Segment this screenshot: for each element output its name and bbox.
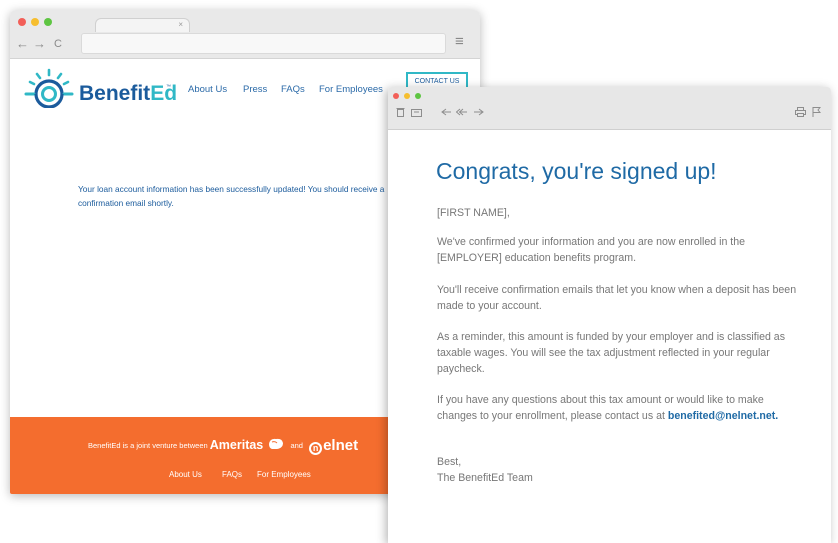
- nav-for-employees[interactable]: For Employees: [319, 84, 383, 96]
- email-close-button[interactable]: [393, 93, 399, 99]
- email-window: Congrats, you're signed up! [FIRST NAME]…: [388, 87, 831, 543]
- joint-venture-text: BenefitEd is a joint venture between: [88, 441, 208, 450]
- brand-accent: Ed: [150, 82, 178, 105]
- email-paragraph-confirmation: You'll receive confirmation emails that …: [437, 284, 797, 312]
- browser-chrome: × ← → C ≡: [10, 10, 480, 59]
- footer-link-about-us[interactable]: About Us: [169, 470, 202, 480]
- address-bar[interactable]: [81, 33, 446, 54]
- trash-icon[interactable]: [396, 107, 405, 117]
- nelnet-logo[interactable]: n elnet: [309, 437, 359, 455]
- email-maximize-button[interactable]: [415, 93, 421, 99]
- window-controls: [18, 18, 52, 26]
- success-message: Your loan account information has been s…: [78, 184, 385, 208]
- email-greeting: [FIRST NAME],: [437, 207, 510, 219]
- tab-close-icon[interactable]: ×: [178, 19, 183, 31]
- print-icon[interactable]: [795, 107, 806, 117]
- nav-about-us[interactable]: About Us: [188, 84, 227, 96]
- maximize-window-button[interactable]: [44, 18, 52, 26]
- browser-tab[interactable]: ×: [95, 18, 190, 32]
- brand-main: Benefit: [79, 82, 151, 105]
- close-window-button[interactable]: [18, 18, 26, 26]
- flag-icon[interactable]: [812, 107, 821, 117]
- archive-icon[interactable]: [411, 107, 422, 117]
- email-minimize-button[interactable]: [404, 93, 410, 99]
- email-contact-link[interactable]: benefited@nelnet.net.: [668, 410, 778, 422]
- minimize-window-button[interactable]: [31, 18, 39, 26]
- benefited-logo-icon[interactable]: [24, 68, 74, 108]
- ameritas-bison-icon: [269, 438, 284, 449]
- email-toolbar: [388, 87, 831, 130]
- footer-link-faqs[interactable]: FAQs: [222, 470, 242, 480]
- nelnet-logo-text: elnet: [323, 437, 359, 454]
- reload-icon[interactable]: C: [54, 37, 62, 51]
- joint-venture-line: BenefitEd is a joint venture between Ame…: [88, 437, 358, 455]
- email-signoff: Best,: [437, 456, 462, 468]
- nelnet-n-icon: n: [309, 442, 323, 455]
- nav-faqs[interactable]: FAQs: [281, 84, 305, 96]
- reply-all-icon[interactable]: [456, 108, 468, 116]
- email-window-controls: [393, 93, 421, 99]
- hamburger-menu-icon[interactable]: ≡: [455, 34, 464, 50]
- reply-icon[interactable]: [441, 108, 452, 116]
- forward-icon[interactable]: [473, 108, 484, 116]
- and-text: and: [290, 441, 303, 450]
- back-arrow-icon[interactable]: ←: [16, 37, 29, 51]
- footer-link-for-employees[interactable]: For Employees: [257, 470, 311, 480]
- brand-trademark: ™: [166, 84, 171, 90]
- email-signature: The BenefitEd Team: [437, 472, 533, 484]
- nav-press[interactable]: Press: [243, 84, 267, 96]
- email-paragraph-tax: As a reminder, this amount is funded by …: [437, 331, 786, 375]
- email-paragraph-questions: If you have any questions about this tax…: [437, 392, 797, 424]
- ameritas-logo-text[interactable]: Ameritas: [210, 438, 264, 452]
- email-paragraph-enrolled: We've confirmed your information and you…: [437, 236, 746, 264]
- forward-arrow-icon[interactable]: →: [33, 37, 46, 51]
- email-title: Congrats, you're signed up!: [436, 158, 717, 184]
- brand-name[interactable]: BenefitEd: [79, 82, 177, 106]
